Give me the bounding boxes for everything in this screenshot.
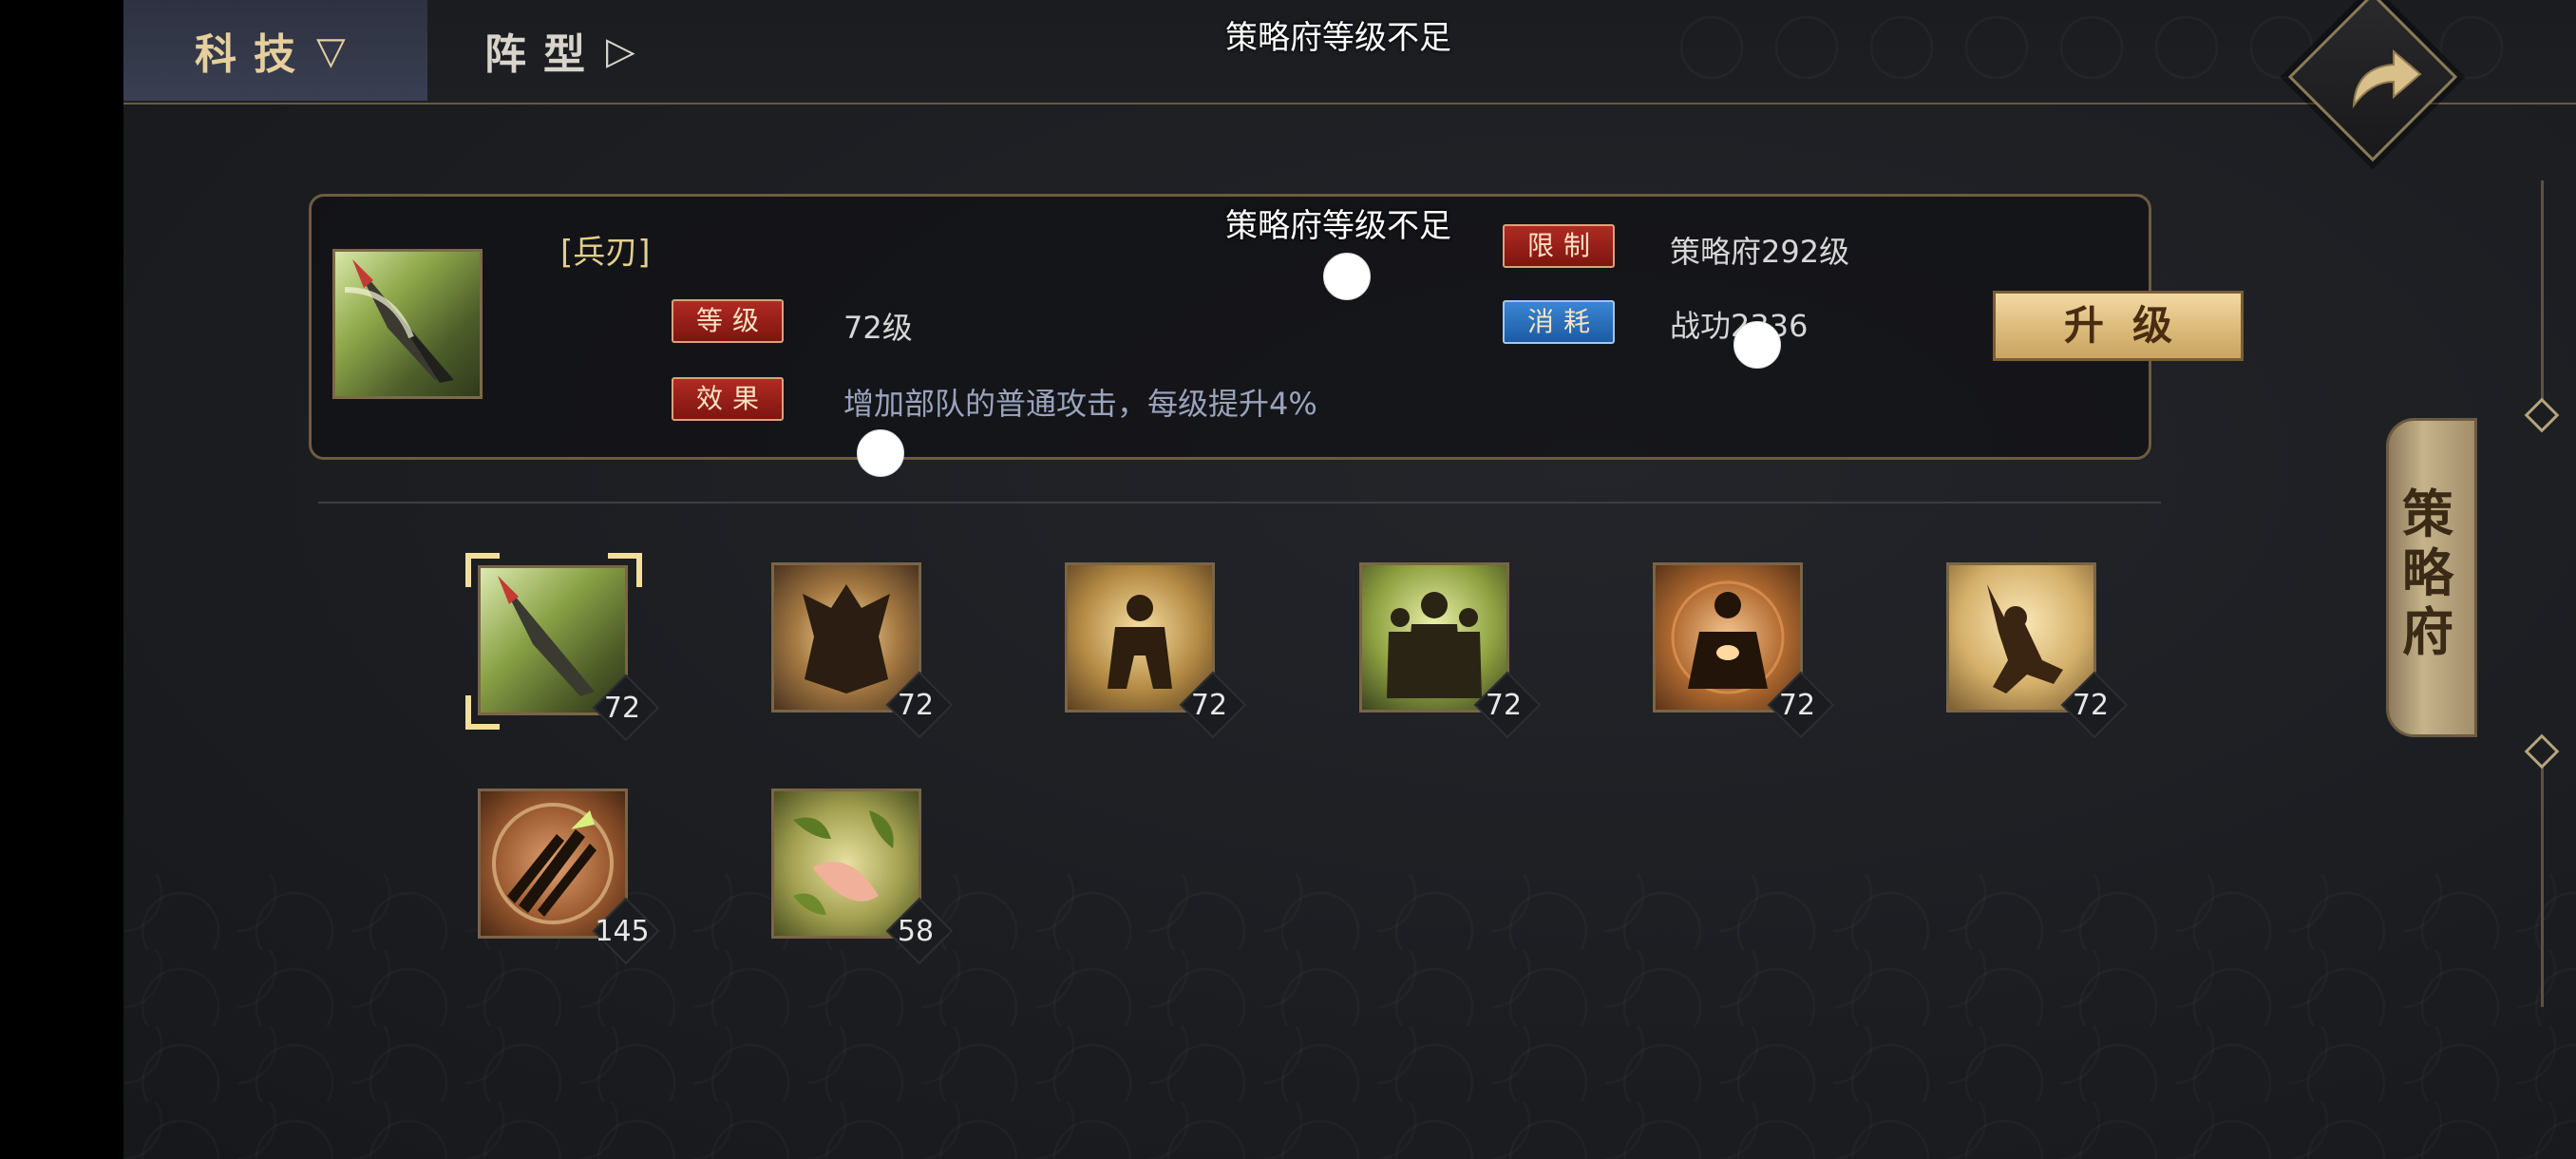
touch-indicator [857,429,904,477]
tech-slot-troops[interactable]: 72 [1359,562,1542,739]
touch-indicator [1733,321,1781,369]
tech-level: 72 [1485,689,1523,722]
limit-tag: 限制 [1503,224,1615,268]
level-value: 72级 [843,310,913,346]
tech-slot-crossed-swords[interactable]: 145 [478,788,660,965]
back-arrow-icon[interactable] [2335,34,2430,120]
upgrade-button[interactable]: 升级 [1993,291,2244,361]
tech-name: [兵刃] [560,234,651,272]
selection-corner [465,553,500,587]
tech-level: 72 [897,689,935,722]
tech-slot-martial-pose[interactable]: 72 [1946,562,2129,739]
side-decor-line [2541,760,2544,1007]
side-tab-label: 策略府 [2402,484,2453,662]
tech-level: 72 [1190,689,1228,722]
side-decor-line [2541,180,2544,418]
tab-formation[interactable]: 阵型 ▷ [484,0,750,101]
chevron-down-icon: ▽ [316,28,346,73]
selection-corner [465,695,500,730]
tech-level: 58 [897,915,935,948]
tab-formation-label: 阵型 [484,30,602,79]
selection-corner [608,553,642,587]
tech-level: 145 [595,915,650,948]
limit-value: 策略府292级 [1670,234,1850,270]
toast-message: 策略府等级不足 [1225,19,1451,57]
tech-slot-meditate[interactable]: 72 [1653,562,1835,739]
toast-message-2: 策略府等级不足 [1225,207,1451,245]
effect-value: 增加部队的普通攻击，每级提升4% [843,386,1317,422]
tech-slot-armor[interactable]: 72 [771,562,954,739]
tab-tech[interactable]: 科技 ▽ [123,0,427,101]
tab-tech-label: 科技 [195,30,313,79]
tech-level: 72 [2072,689,2110,722]
tech-slot-warrior[interactable]: 72 [1065,562,1247,739]
divider [318,502,2161,504]
tech-level: 72 [1778,689,1816,722]
touch-indicator [1323,253,1371,300]
blade-icon [332,249,483,399]
effect-tag: 效果 [672,377,784,421]
play-arrow-icon: ▷ [606,28,635,73]
tech-slot-leaf-hand[interactable]: 58 [771,788,954,965]
tech-level: 72 [603,692,641,725]
cost-tag: 消耗 [1503,300,1615,344]
strategy-office-tab[interactable]: 策略府 [2386,418,2576,737]
tech-slot-blade[interactable]: 72 [478,565,660,742]
level-tag: 等级 [672,299,784,343]
